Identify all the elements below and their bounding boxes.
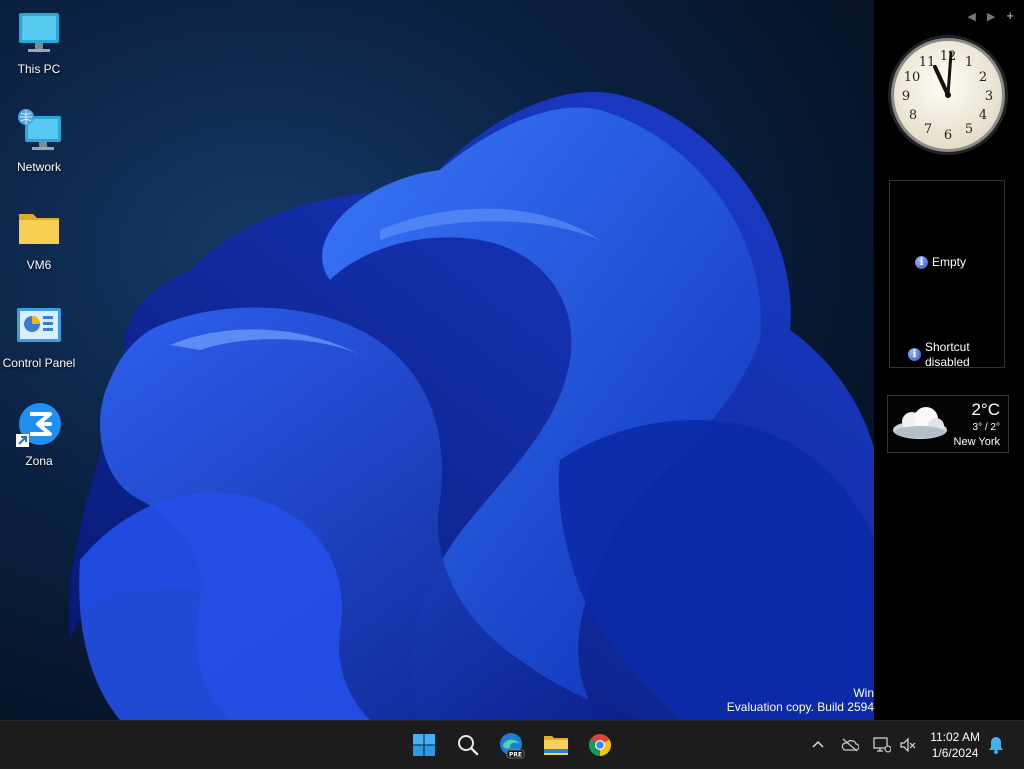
watermark-line1: Win xyxy=(853,686,874,700)
tray-time: 11:02 AM xyxy=(930,730,980,744)
sidebar-add-gadget-button[interactable]: + xyxy=(1006,8,1014,23)
svg-text:11: 11 xyxy=(919,55,936,70)
file-explorer-icon xyxy=(544,736,568,755)
weather-range: 3° / 2° xyxy=(972,422,1000,433)
desktop-icon-zona[interactable]: Zona xyxy=(0,402,78,468)
desktop-icon-control-panel[interactable]: Control Panel xyxy=(0,304,78,370)
clock-tray-button[interactable]: 11:02 AM 1/6/2024 xyxy=(930,729,980,761)
notifications-button[interactable] xyxy=(986,735,1006,755)
network-icon xyxy=(15,108,63,156)
taskbar: PRE 11:02 AM 1/6/2024 xyxy=(0,720,1024,769)
volume-tray-button[interactable] xyxy=(898,735,918,755)
weather-city: New York xyxy=(953,436,1000,448)
start-icon xyxy=(413,734,435,756)
svg-text:1: 1 xyxy=(965,55,973,70)
desktop-icon-network[interactable]: Network xyxy=(0,108,78,174)
desktop-icon-this-pc[interactable]: This PC xyxy=(0,10,78,76)
desktop-icon-label: This PC xyxy=(17,62,61,76)
control-panel-icon xyxy=(15,304,63,352)
desktop-wallpaper xyxy=(0,0,874,720)
volume-muted-icon xyxy=(900,737,916,753)
chrome-button[interactable] xyxy=(584,729,616,761)
folder-icon xyxy=(15,206,63,254)
svg-text:3: 3 xyxy=(985,89,993,104)
clock-gadget[interactable]: 12 1 2 345 678 9 10 11 xyxy=(886,33,1010,157)
shortcut-disabled-message: i Shortcut disabled xyxy=(908,340,970,370)
empty-label: Empty xyxy=(932,255,967,269)
start-button[interactable] xyxy=(408,729,440,761)
edge-preview-icon: PRE xyxy=(500,733,525,759)
zona-shortcut-icon xyxy=(15,402,63,450)
svg-text:12: 12 xyxy=(940,49,957,64)
computer-icon xyxy=(15,10,63,58)
chrome-icon xyxy=(589,734,611,756)
desktop-icon-label: Control Panel xyxy=(2,356,76,370)
shortcut-label-2: disabled xyxy=(925,355,970,369)
info-icon: i xyxy=(908,348,921,361)
watermark-line2: Evaluation copy. Build 2594 xyxy=(726,700,874,714)
svg-text:5: 5 xyxy=(965,122,973,137)
desktop-icon-label: Zona xyxy=(25,454,53,468)
svg-text:7: 7 xyxy=(924,122,932,137)
search-button[interactable] xyxy=(452,729,484,761)
empty-message: i Empty xyxy=(915,255,966,269)
chevron-up-icon xyxy=(812,740,824,748)
tray-date: 1/6/2024 xyxy=(931,746,979,760)
weather-gadget[interactable]: 2°C 3° / 2° New York xyxy=(887,395,1009,453)
svg-text:4: 4 xyxy=(979,108,987,123)
info-icon: i xyxy=(915,256,928,269)
edge-badge-text: PRE xyxy=(509,752,522,759)
slideshow-gadget[interactable]: i Empty i Shortcut disabled xyxy=(889,180,1005,370)
svg-text:6: 6 xyxy=(944,128,952,143)
desktop-icon-vm6[interactable]: VM6 xyxy=(0,206,78,272)
shortcut-label-1: Shortcut xyxy=(925,340,970,354)
svg-text:9: 9 xyxy=(902,89,910,104)
network-status-icon xyxy=(873,737,891,753)
edge-preview-button[interactable]: PRE xyxy=(496,729,528,761)
svg-text:2: 2 xyxy=(979,70,987,85)
sidebar-prev-button[interactable]: ◀ xyxy=(967,11,975,23)
sidebar-next-button[interactable]: ▶ xyxy=(987,11,995,23)
show-hidden-icons-button[interactable] xyxy=(808,735,828,755)
svg-text:10: 10 xyxy=(904,70,921,85)
weather-temperature: 2°C xyxy=(971,400,1000,419)
onedrive-tray-button[interactable] xyxy=(840,735,860,755)
network-tray-button[interactable] xyxy=(872,735,892,755)
file-explorer-button[interactable] xyxy=(540,729,572,761)
sidebar-controls: ◀ ▶ + xyxy=(959,8,1014,23)
desktop-icon-label: Network xyxy=(16,160,61,174)
evaluation-watermark: Win Evaluation copy. Build 2594 xyxy=(727,686,874,714)
cloud-offline-icon xyxy=(841,738,859,752)
notification-bell-icon xyxy=(989,737,1003,754)
cloud-icon xyxy=(893,407,947,439)
desktop-icon-label: VM6 xyxy=(26,258,52,272)
svg-text:8: 8 xyxy=(909,108,917,123)
search-icon xyxy=(458,735,479,756)
